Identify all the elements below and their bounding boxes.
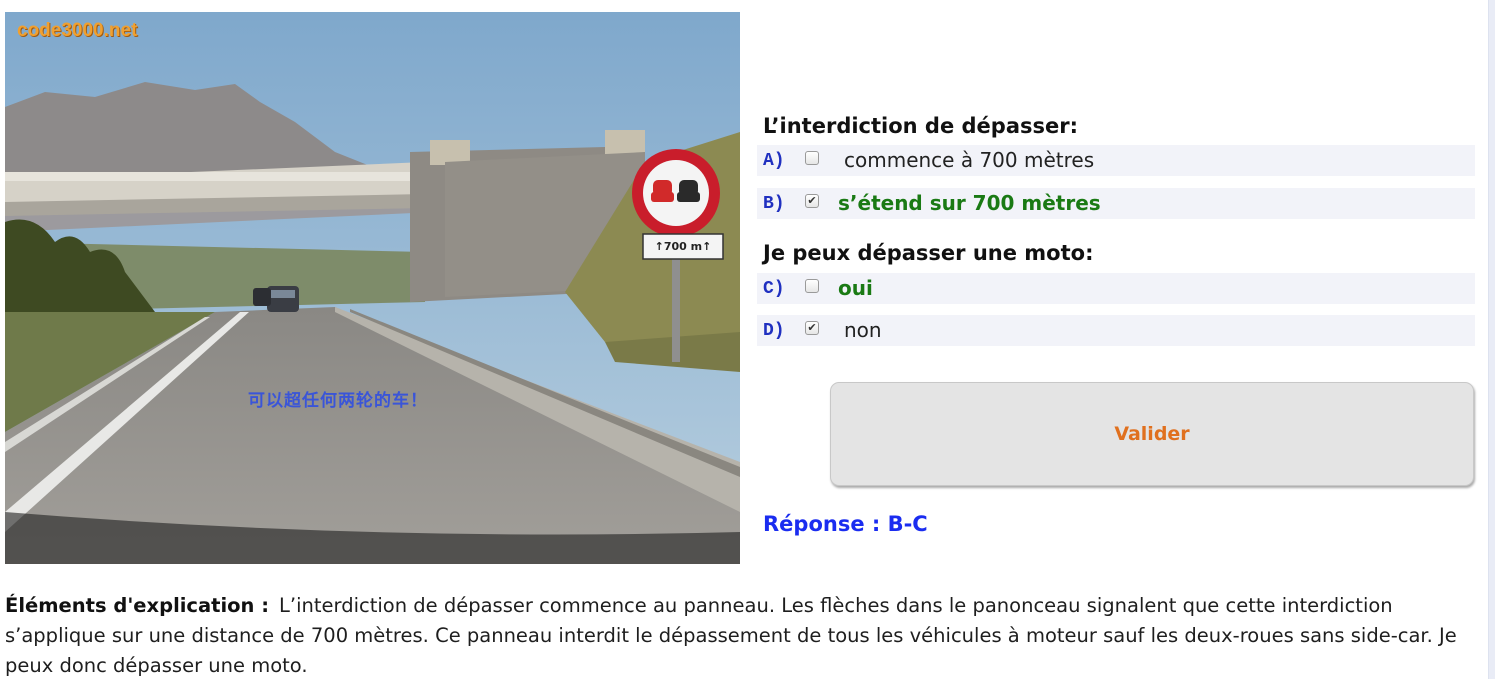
option-b-label: s’étend sur 700 mètres — [838, 191, 1101, 215]
page-scrollbar[interactable] — [1488, 0, 1495, 679]
option-letter: B) — [763, 194, 785, 214]
option-letter: D) — [763, 321, 785, 341]
road-scene-image — [5, 12, 740, 564]
sign-plate-text: ↑700 m↑ — [654, 240, 712, 253]
option-letter: C) — [763, 279, 785, 299]
option-d-label: non — [844, 318, 882, 342]
question-2-title: Je peux dépasser une moto: — [763, 241, 1094, 265]
question-photo: code3000.net ↑700 m↑ 可以超任何两轮的车！ — [5, 12, 740, 564]
watermark-logo: code3000.net — [17, 20, 138, 41]
option-d-checkbox[interactable]: ✔ — [805, 321, 819, 335]
option-a-checkbox[interactable] — [805, 151, 819, 165]
option-d[interactable]: D) ✔ non — [757, 315, 1475, 346]
photo-caption: 可以超任何两轮的车！ — [248, 391, 428, 411]
option-a-label: commence à 700 mètres — [844, 148, 1095, 172]
option-c[interactable]: C) oui — [757, 273, 1475, 304]
option-b-checkbox[interactable]: ✔ — [805, 194, 819, 208]
validate-button[interactable]: Valider — [830, 382, 1474, 486]
validate-button-label: Valider — [1114, 423, 1190, 445]
explanation-label: Éléments d'explication : — [5, 594, 270, 617]
option-a[interactable]: A) commence à 700 mètres — [757, 145, 1475, 176]
answer-text: Réponse : B-C — [763, 512, 928, 536]
page: code3000.net ↑700 m↑ 可以超任何两轮的车！ L’interd… — [0, 0, 1495, 679]
option-b[interactable]: B) ✔ s’étend sur 700 mètres — [757, 188, 1475, 219]
option-c-checkbox[interactable] — [805, 279, 819, 293]
question-1-title: L’interdiction de dépasser: — [763, 114, 1078, 138]
explanation-block: Éléments d'explication : L’interdiction d… — [5, 591, 1475, 679]
option-letter: A) — [763, 151, 785, 171]
option-c-label: oui — [838, 276, 873, 300]
